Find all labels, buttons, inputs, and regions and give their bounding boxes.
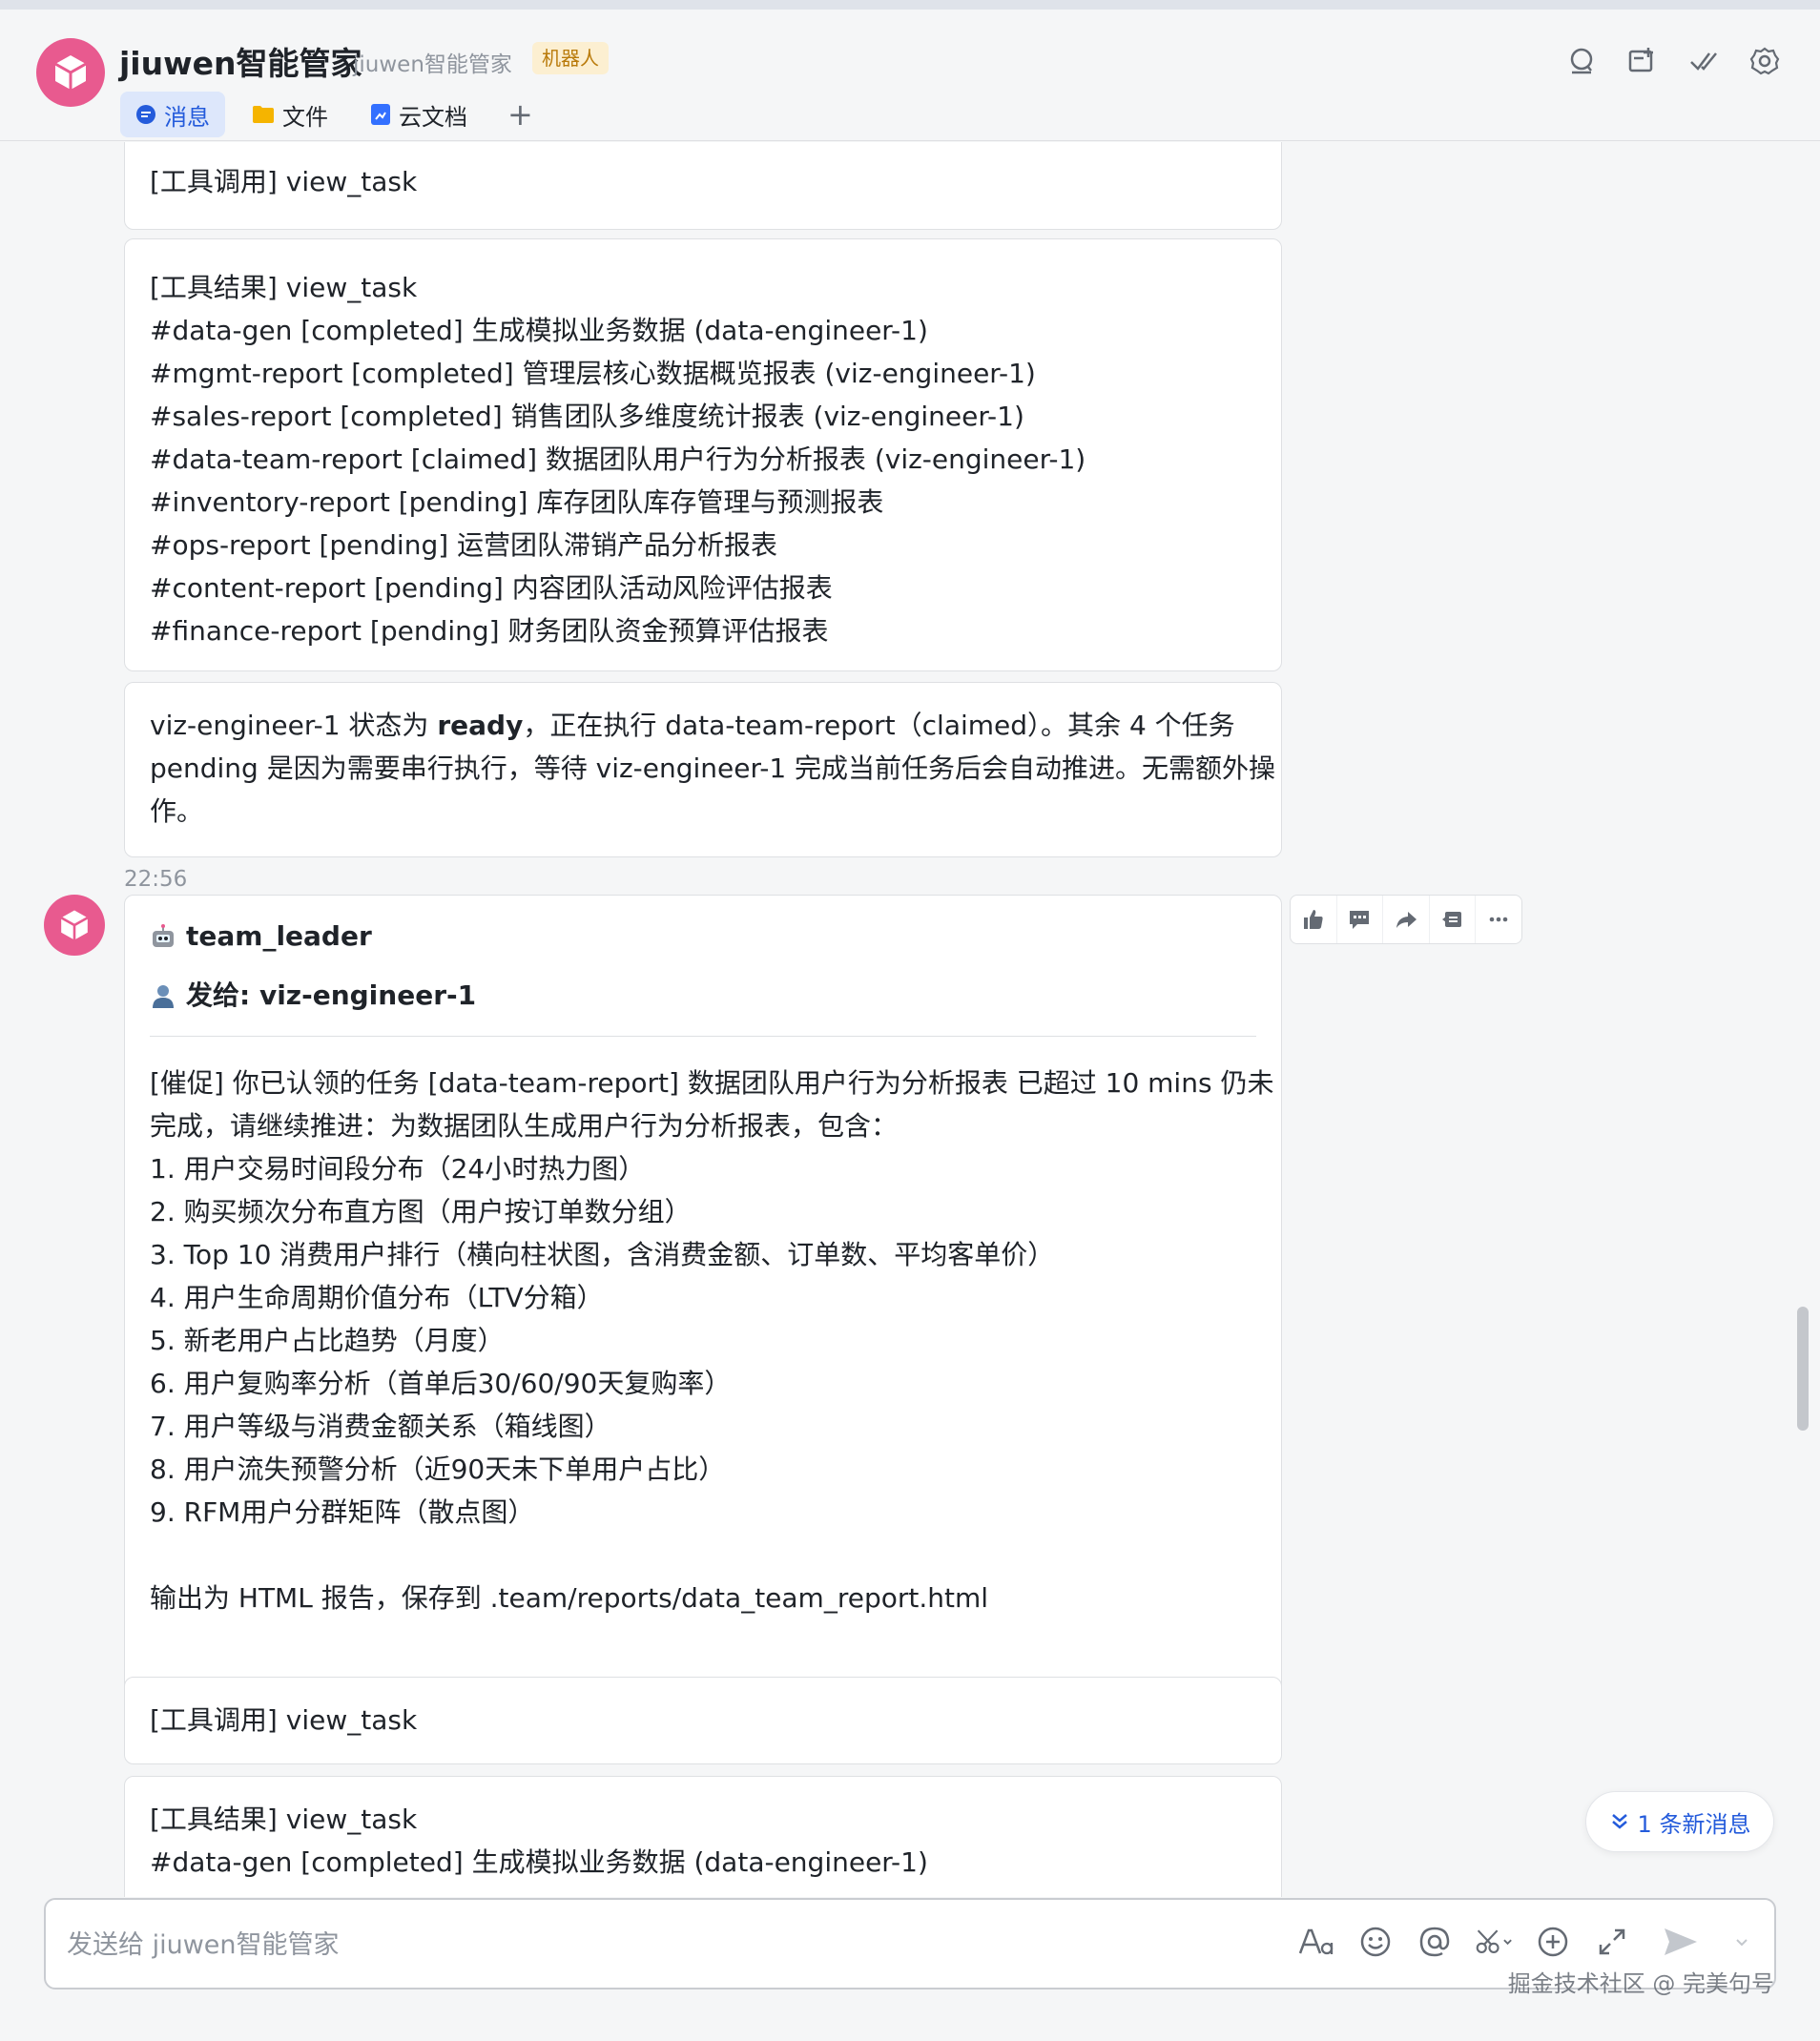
plus-circle-icon[interactable] [1534, 1923, 1572, 1961]
tool-result-card[interactable]: [工具结果] view_task #data-gen [completed] 生… [124, 1776, 1282, 1897]
tool-result-line: #data-gen [completed] 生成模拟业务数据 (data-eng… [150, 1846, 928, 1878]
expand-icon[interactable] [1593, 1923, 1631, 1961]
forward-icon[interactable] [1383, 896, 1430, 943]
tab-label: 云文档 [399, 103, 467, 131]
status-card[interactable]: viz-engineer-1 状态为 ready，正在执行 data-team-… [124, 682, 1282, 857]
reminder-output-line: 输出为 HTML 报告，保存到 .team/reports/data_team_… [150, 1582, 989, 1614]
scissors-icon[interactable] [1475, 1923, 1513, 1961]
tool-result-line: #mgmt-report [completed] 管理层核心数据概览报表 (vi… [150, 358, 1036, 389]
tool-result-line: #ops-report [pending] 运营团队滞销产品分析报表 [150, 529, 778, 561]
recipient-text: 发给: viz-engineer-1 [186, 979, 477, 1011]
mention-icon[interactable] [1416, 1923, 1454, 1961]
thumbs-up-icon[interactable] [1291, 896, 1337, 943]
chat-header: jiuwen智能管家 jiuwen智能管家 机器人 消息 文件 云文档 + [0, 10, 1820, 141]
tab-label: 消息 [164, 103, 210, 131]
card-divider [150, 1036, 1256, 1037]
sender-avatar[interactable] [44, 895, 105, 956]
send-icon[interactable] [1652, 1923, 1709, 1961]
reminder-line: 4. 用户生命周期价值分布（LTV分箱） [150, 1282, 604, 1313]
folder-icon [253, 106, 274, 123]
more-icon[interactable] [1476, 896, 1521, 943]
status-line-1: viz-engineer-1 状态为 ready，正在执行 data-team-… [150, 704, 1256, 747]
tab-label: 文件 [282, 103, 328, 131]
double-chevron-down-icon [1611, 1814, 1627, 1829]
quote-icon[interactable] [1430, 896, 1477, 943]
cube-icon [54, 55, 87, 90]
header-tabs: 消息 文件 云文档 + [120, 92, 558, 137]
reminder-card[interactable]: team_leader 发给: viz-engineer-1 [催促] 你已认领… [124, 895, 1282, 1713]
window-top-strip [0, 0, 1820, 10]
tool-result-card[interactable]: [工具结果] view_task #data-gen [completed] 生… [124, 238, 1282, 671]
message-input[interactable] [67, 1923, 1269, 1967]
settings-icon[interactable] [1748, 44, 1782, 78]
status-text: viz-engineer-1 状态为 [150, 710, 438, 741]
reminder-line: 8. 用户流失预警分析（近90天未下单用户占比） [150, 1453, 726, 1485]
status-bold-text: ready [437, 710, 524, 741]
bot-avatar[interactable] [36, 38, 105, 107]
header-actions [1564, 44, 1782, 78]
add-tab-button[interactable]: + [494, 92, 547, 137]
message-icon [136, 105, 155, 124]
reminder-line: 2. 购买频次分布直方图（用户按订单数分组） [150, 1196, 692, 1227]
tool-result-line: #data-team-report [claimed] 数据团队用户行为分析报表… [150, 443, 1086, 475]
tool-result-line: [工具结果] view_task [150, 1804, 418, 1835]
robot-icon [153, 923, 174, 947]
chat-title[interactable]: jiuwen智能管家 [119, 38, 362, 84]
user-icon [153, 984, 174, 1008]
tool-call-text: [工具调用] view_task [150, 166, 418, 197]
cube-icon [60, 910, 89, 940]
watermark-text: 掘金技术社区 @ 完美句号 [1507, 1970, 1774, 1997]
chat-window: jiuwen智能管家 jiuwen智能管家 机器人 消息 文件 云文档 + [工… [0, 0, 1820, 2041]
status-line-3: 作。 [150, 795, 204, 827]
reminder-line: 3. Top 10 消费用户排行（横向柱状图，含消费金额、订单数、平均客单价） [150, 1239, 1055, 1270]
reminder-line: 7. 用户等级与消费金额关系（箱线图） [150, 1411, 611, 1442]
chevron-down-icon[interactable] [1730, 1923, 1753, 1961]
reminder-line: 9. RFM用户分群矩阵（散点图） [150, 1496, 535, 1528]
tool-call-text: [工具调用] view_task [150, 1704, 418, 1736]
recipient-line: 发给: viz-engineer-1 [150, 974, 1256, 1017]
new-topic-icon[interactable] [1625, 44, 1660, 78]
tab-messages[interactable]: 消息 [120, 92, 225, 137]
new-message-button[interactable]: 1 条新消息 [1585, 1791, 1774, 1852]
sender-name: team_leader [186, 920, 372, 952]
scrollbar-thumb[interactable] [1797, 1307, 1809, 1431]
tool-result-line: #data-gen [completed] 生成模拟业务数据 (data-eng… [150, 315, 928, 346]
tool-result-line: #content-report [pending] 内容团队活动风险评估报表 [150, 572, 833, 604]
tool-call-card[interactable]: [工具调用] view_task [124, 142, 1282, 230]
tool-result-line: #finance-report [pending] 财务团队资金预算评估报表 [150, 615, 829, 647]
reminder-line: [催促] 你已认领的任务 [data-team-report] 数据团队用户行为… [150, 1067, 1274, 1099]
font-icon[interactable] [1297, 1923, 1335, 1961]
tool-result-line: #sales-report [completed] 销售团队多维度统计报表 (v… [150, 401, 1024, 432]
reply-icon[interactable] [1337, 896, 1384, 943]
done-icon[interactable] [1686, 44, 1721, 78]
message-timestamp: 22:56 [124, 867, 188, 892]
bot-badge: 机器人 [532, 42, 609, 74]
message-action-bar [1290, 895, 1522, 944]
new-message-label: 1 条新消息 [1637, 1810, 1751, 1838]
emoji-icon[interactable] [1356, 1923, 1395, 1961]
chat-subtitle: jiuwen智能管家 [353, 52, 512, 77]
composer-toolbar [1297, 1923, 1753, 1961]
status-line-2: pending 是因为需要串行执行，等待 viz-engineer-1 完成当前… [150, 752, 1276, 784]
reminder-line: 6. 用户复购率分析（首单后30/60/90天复购率） [150, 1368, 732, 1399]
doc-icon [371, 104, 390, 125]
tool-result-line: #inventory-report [pending] 库存团队库存管理与预测报… [150, 486, 884, 518]
reminder-line: 完成，请继续推进：为数据团队生成用户行为分析报表，包含： [150, 1110, 899, 1142]
status-text: ，正在执行 data-team-report（claimed）。其余 4 个任务 [523, 710, 1235, 741]
reminder-line: 1. 用户交易时间段分布（24小时热力图） [150, 1153, 646, 1185]
reminder-line: 5. 新老用户占比趋势（月度） [150, 1325, 505, 1356]
search-icon[interactable] [1564, 44, 1599, 78]
tool-call-card[interactable]: [工具调用] view_task [124, 1677, 1282, 1764]
sender-line: team_leader [150, 915, 1256, 958]
tab-files[interactable]: 文件 [237, 92, 343, 137]
tool-result-line: [工具结果] view_task [150, 272, 418, 303]
tab-cloud-docs[interactable]: 云文档 [355, 92, 483, 137]
message-list[interactable]: [工具调用] view_task [工具结果] view_task #data-… [0, 142, 1820, 1897]
